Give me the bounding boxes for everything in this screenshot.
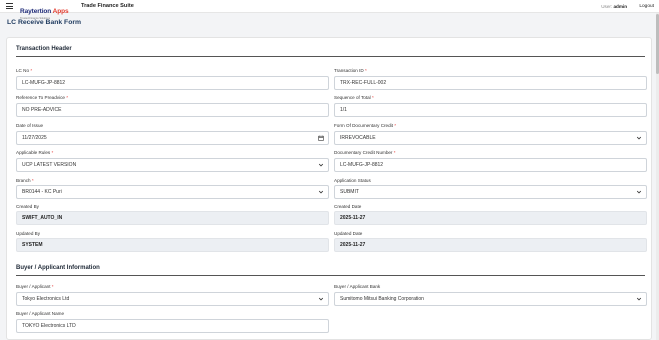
branch-label-text: Branch: [16, 178, 31, 183]
chevron-down-icon: [318, 163, 324, 167]
brand-logo[interactable]: Raytertion Apps Trusted Finance Solution…: [20, 1, 69, 20]
required-mark: *: [31, 178, 34, 183]
buyer-applicant-select[interactable]: Tokyo Electronics Ltd: [16, 292, 329, 306]
created-by-field: SWIFT_AUTO_IN: [16, 211, 329, 225]
form-of-documentary-credit-label: Form Of Documentary Credit *: [334, 123, 396, 128]
brand-accent: Apps: [51, 8, 69, 15]
chevron-down-icon: [636, 190, 642, 194]
required-mark: *: [394, 123, 397, 128]
buyer-applicant-name-input[interactable]: TOKYO Electronics LTD: [16, 319, 329, 333]
updated-by-field: SYSTEM: [16, 238, 329, 252]
form-of-documentary-credit-select[interactable]: IRREVOCABLE: [334, 131, 647, 145]
required-mark: *: [371, 95, 374, 100]
required-mark: *: [51, 284, 54, 289]
page-title: LC Receive Bank Form: [7, 19, 82, 26]
applicable-rules-select[interactable]: UCP LATEST VERSION: [16, 158, 329, 172]
transaction-id-label: Transaction ID *: [334, 68, 367, 73]
section-title-buyer: Buyer / Applicant Information: [16, 265, 100, 271]
form-of-documentary-credit-label-text: Form Of Documentary Credit: [334, 123, 393, 128]
section-divider: [16, 56, 645, 57]
required-mark: *: [30, 68, 33, 73]
branch-select[interactable]: BR0144 - KC Puri: [16, 185, 329, 199]
applicable-rules-value: UCP LATEST VERSION: [22, 162, 77, 168]
created-date-label: Created Date: [334, 204, 362, 209]
application-status-value: SUBMIT: [340, 189, 359, 195]
documentary-credit-number-input[interactable]: LC-MUFG-JP-8812: [334, 158, 647, 172]
buyer-applicant-value: Tokyo Electronics Ltd: [22, 296, 70, 302]
lc-no-label-text: LC No: [16, 68, 30, 73]
sequence-of-total-label-text: Sequence of Total: [334, 95, 371, 100]
buyer-applicant-name-label: Buyer / Applicant Name: [16, 311, 65, 316]
date-of-issue-value: 11/27/2025: [22, 135, 47, 141]
transaction-id-label-text: Transaction ID: [334, 68, 364, 73]
required-mark: *: [364, 68, 367, 73]
top-bar: Raytertion Apps Trusted Finance Solution…: [0, 0, 659, 19]
reference-to-preadvice-input[interactable]: NO PRE-ADVICE: [16, 103, 329, 117]
buyer-applicant-bank-label: Buyer / Applicant Bank: [334, 284, 381, 289]
created-by-label: Created By: [16, 204, 39, 209]
reference-to-preadvice-label: Reference To Preadvice *: [16, 95, 68, 100]
updated-by-label: Updated By: [16, 231, 41, 236]
applicable-rules-label: Applicable Rules *: [16, 150, 53, 155]
date-of-issue-label: Date of Issue: [16, 123, 44, 128]
buyer-applicant-label-text: Buyer / Applicant: [16, 284, 51, 289]
required-mark: *: [66, 95, 69, 100]
form-card: Transaction Header LC No * LC-MUFG-JP-88…: [6, 37, 652, 340]
section-divider: [16, 275, 645, 276]
calendar-icon[interactable]: [318, 135, 324, 141]
reference-to-preadvice-label-text: Reference To Preadvice: [16, 95, 65, 100]
application-status-label: Application Status: [334, 178, 371, 183]
sequence-of-total-input[interactable]: 1/1: [334, 103, 647, 117]
buyer-applicant-label: Buyer / Applicant *: [16, 284, 54, 289]
transaction-id-input[interactable]: TRX-REC-FULL-002: [334, 76, 647, 90]
application-status-select[interactable]: SUBMIT: [334, 185, 647, 199]
chevron-down-icon: [636, 136, 642, 140]
date-of-issue-input[interactable]: 11/27/2025: [16, 131, 329, 145]
user-label: User:: [601, 3, 613, 9]
chevron-down-icon: [318, 190, 324, 194]
user-info: User: admin: [601, 4, 627, 9]
logout-link[interactable]: Logout: [639, 4, 654, 9]
documentary-credit-number-label-text: Documentary Credit Number: [334, 150, 393, 155]
lc-no-input[interactable]: LC-MUFG-JP-8812: [16, 76, 329, 90]
buyer-applicant-bank-select[interactable]: Sumitomo Mitsui Banking Corporation: [334, 292, 647, 306]
user-name: admin: [613, 3, 627, 9]
form-of-documentary-credit-value: IRREVOCABLE: [340, 135, 376, 141]
buyer-applicant-bank-value: Sumitomo Mitsui Banking Corporation: [340, 296, 424, 302]
hamburger-icon[interactable]: [6, 3, 13, 9]
section-title-transaction: Transaction Header: [16, 46, 72, 52]
chevron-down-icon: [636, 297, 642, 301]
sequence-of-total-label: Sequence of Total *: [334, 95, 374, 100]
required-mark: *: [393, 150, 396, 155]
brand-name: Raytertion: [20, 8, 52, 15]
branch-value: BR0144 - KC Puri: [22, 189, 62, 195]
branch-label: Branch *: [16, 178, 34, 183]
required-mark: *: [51, 150, 54, 155]
created-date-field: 2025-11-27: [334, 211, 647, 225]
documentary-credit-number-label: Documentary Credit Number *: [334, 150, 396, 155]
chevron-down-icon: [318, 297, 324, 301]
updated-date-label: Updated Date: [334, 231, 363, 236]
updated-date-field: 2025-11-27: [334, 238, 647, 252]
applicable-rules-label-text: Applicable Rules: [16, 150, 51, 155]
lc-no-label: LC No *: [16, 68, 32, 73]
suite-title: Trade Finance Suite: [81, 3, 134, 9]
